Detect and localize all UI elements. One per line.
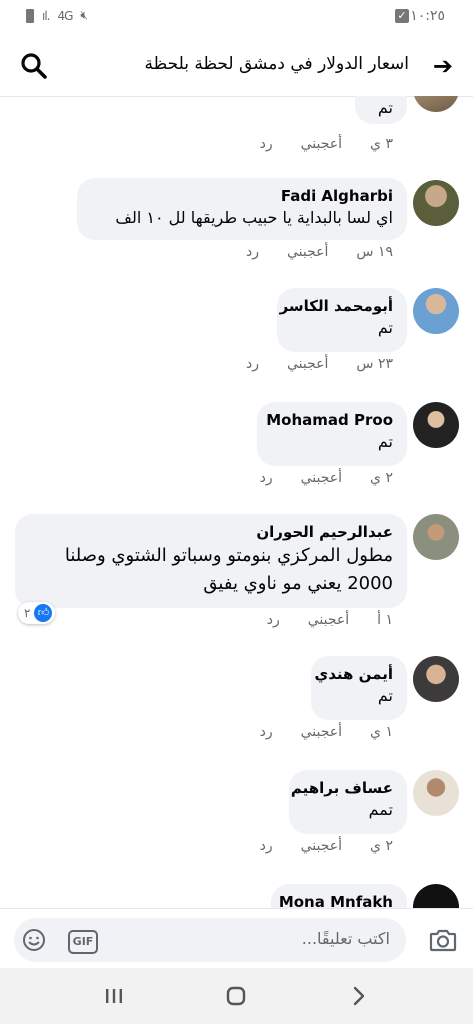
camera-icon[interactable] bbox=[429, 927, 457, 953]
comment-bubble[interactable]: تم bbox=[355, 96, 407, 124]
reply-link[interactable]: رد bbox=[246, 244, 259, 260]
comment-bubble[interactable]: عساف براهيم تمم bbox=[289, 770, 407, 834]
recent-apps-icon[interactable] bbox=[100, 982, 128, 1010]
network-type: 4G bbox=[57, 8, 73, 23]
mute-icon: 🔇︎ bbox=[80, 8, 88, 22]
comment-time: ١ ي bbox=[370, 724, 393, 740]
commenter-name[interactable]: Mohamad Proo bbox=[266, 410, 393, 430]
avatar[interactable] bbox=[413, 770, 459, 816]
comment-text: تم bbox=[377, 318, 393, 337]
commenter-name[interactable]: أبومحمد الكاسر bbox=[280, 296, 393, 316]
commenter-name[interactable]: Fadi Algharbi bbox=[91, 186, 393, 206]
comment-input[interactable]: اكتب تعليقًا... GIF bbox=[14, 918, 406, 962]
system-nav-bar bbox=[0, 968, 473, 1024]
comment-actions: ٢٣ س أعجبني رد bbox=[246, 356, 393, 372]
comment-bubble[interactable]: Fadi Algharbi اي لسا بالبداية يا حبيب طر… bbox=[77, 178, 407, 240]
reaction-count[interactable]: ٢ 👍︎ bbox=[18, 602, 56, 624]
avatar[interactable] bbox=[413, 402, 459, 448]
like-link[interactable]: أعجبني bbox=[308, 612, 349, 628]
comment-text: اي لسا بالبداية يا حبيب طريقها لل ١٠ الف bbox=[115, 208, 393, 227]
comment-time: ٢ ي bbox=[370, 470, 393, 486]
reply-link[interactable]: رد bbox=[260, 724, 273, 740]
comment-actions: ٢ ي أعجبني رد bbox=[260, 838, 393, 854]
comment-time: ١ أ bbox=[377, 612, 393, 628]
avatar[interactable] bbox=[413, 514, 459, 560]
avatar[interactable] bbox=[413, 96, 459, 112]
comment-actions: ١ أ أعجبني رد bbox=[267, 612, 393, 628]
comment-bubble[interactable]: عبدالرحيم الحوران مطول المركزي بنومتو وس… bbox=[15, 514, 407, 608]
signal-icon: ıl. bbox=[42, 8, 51, 23]
commenter-name[interactable]: أيمن هندي bbox=[315, 664, 394, 684]
comment-time: ٢ ي bbox=[370, 838, 393, 854]
emoji-icon[interactable] bbox=[22, 928, 46, 952]
comment-time: ٣ ي bbox=[370, 136, 393, 152]
comment-bubble[interactable]: Mohamad Proo تم bbox=[257, 402, 407, 466]
clock: ١٠:٢٥ bbox=[410, 8, 445, 24]
like-link[interactable]: أعجبني bbox=[287, 244, 328, 260]
comment-text: تمم bbox=[368, 800, 393, 819]
comment-time: ٢٣ س bbox=[356, 356, 393, 372]
header: ➔ اسعار الدولار في دمشق لحظة بلحظة bbox=[0, 34, 473, 97]
comment-composer: اكتب تعليقًا... GIF bbox=[0, 908, 473, 969]
like-reaction-icon: 👍︎ bbox=[34, 604, 53, 622]
reaction-number: ٢ bbox=[24, 606, 31, 620]
gif-button[interactable]: GIF bbox=[68, 930, 98, 954]
comment-text: تم bbox=[377, 432, 393, 451]
reply-link[interactable]: رد bbox=[246, 356, 259, 372]
reply-link[interactable]: رد bbox=[267, 612, 280, 628]
status-icons: ıl. 4G 🔇︎ bbox=[26, 8, 88, 23]
comment-actions: ٢ ي أعجبني رد bbox=[260, 470, 393, 486]
home-icon[interactable] bbox=[222, 982, 250, 1010]
status-bar: ıl. 4G 🔇︎ ✓ ١٠:٢٥ bbox=[0, 0, 473, 34]
avatar[interactable] bbox=[413, 288, 459, 334]
comment-text: تم bbox=[377, 98, 393, 117]
comment-bubble[interactable]: أيمن هندي تم bbox=[311, 656, 407, 720]
commenter-name[interactable]: عبدالرحيم الحوران bbox=[29, 522, 393, 542]
comments-list[interactable]: تم ٣ ي أعجبني رد Fadi Algharbi اي لسا با… bbox=[0, 96, 473, 908]
reply-link[interactable]: رد bbox=[260, 838, 273, 854]
comment-actions: ١ ي أعجبني رد bbox=[260, 724, 393, 740]
like-link[interactable]: أعجبني bbox=[301, 724, 342, 740]
comment-text: تم bbox=[377, 686, 393, 705]
comment-bubble[interactable]: Mona Mnfakh bbox=[271, 884, 407, 908]
search-icon[interactable] bbox=[20, 52, 48, 80]
avatar[interactable] bbox=[413, 180, 459, 226]
commenter-name[interactable]: عساف براهيم bbox=[291, 778, 393, 798]
checkbox-notification-icon: ✓ bbox=[395, 9, 409, 23]
like-link[interactable]: أعجبني bbox=[287, 356, 328, 372]
reply-link[interactable]: رد bbox=[260, 470, 273, 486]
like-link[interactable]: أعجبني bbox=[301, 136, 342, 152]
battery-icon bbox=[26, 8, 34, 23]
reply-link[interactable]: رد bbox=[260, 136, 273, 152]
comment-time: ١٩ س bbox=[356, 244, 393, 260]
avatar[interactable] bbox=[413, 656, 459, 702]
commenter-name[interactable]: Mona Mnfakh bbox=[279, 892, 393, 908]
comment-text: مطول المركزي بنومتو وسباتو الشتوي وصلنا … bbox=[64, 545, 393, 594]
back-nav-icon[interactable] bbox=[344, 982, 372, 1010]
avatar[interactable] bbox=[413, 884, 459, 908]
back-arrow-icon[interactable]: ➔ bbox=[433, 52, 453, 80]
comment-placeholder: اكتب تعليقًا... bbox=[301, 929, 390, 948]
like-link[interactable]: أعجبني bbox=[301, 838, 342, 854]
like-link[interactable]: أعجبني bbox=[301, 470, 342, 486]
comment-actions: ٣ ي أعجبني رد bbox=[260, 136, 393, 152]
page-title: اسعار الدولار في دمشق لحظة بلحظة bbox=[144, 54, 409, 74]
comment-actions: ١٩ س أعجبني رد bbox=[246, 244, 393, 260]
comment-bubble[interactable]: أبومحمد الكاسر تم bbox=[277, 288, 407, 352]
